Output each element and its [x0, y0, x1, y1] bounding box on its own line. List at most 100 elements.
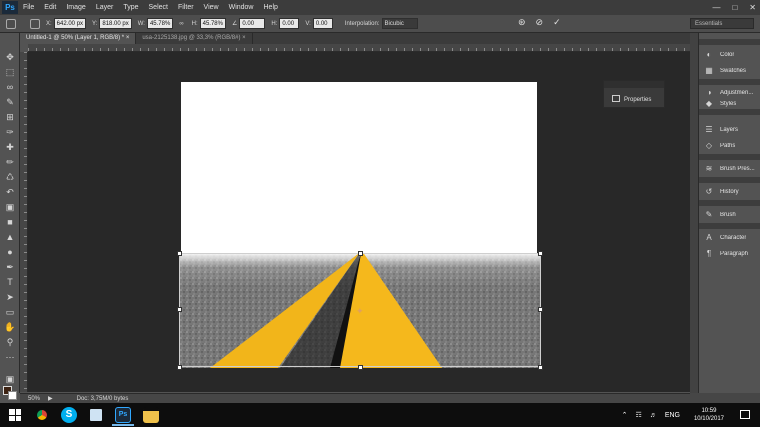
menu-view[interactable]: View [199, 0, 224, 15]
eyedropper-tool-icon[interactable]: ✑ [4, 126, 16, 138]
interpolation-select[interactable]: Bicubic [381, 18, 418, 29]
transform-handle-bc[interactable] [358, 365, 363, 370]
zoom-level[interactable]: 50% [28, 396, 40, 402]
notification-icon[interactable] [740, 410, 750, 419]
properties-label: Properties [624, 97, 652, 103]
move-tool-icon[interactable]: ✥ [4, 51, 16, 63]
dodge-tool-icon[interactable]: ● [4, 246, 16, 258]
chevron-up-icon[interactable]: ⌃ [622, 411, 628, 419]
zoom-tool-icon[interactable]: ⚲ [4, 336, 16, 348]
tab-untitled-1[interactable]: Untitled-1 @ 50% (Layer 1, RGB/8) * × [20, 33, 137, 44]
eraser-tool-icon[interactable]: ▣ [4, 201, 16, 213]
photoshop-taskbar-icon[interactable]: Ps [112, 407, 134, 426]
skype-icon[interactable]: S [61, 407, 77, 423]
menu-layer[interactable]: Layer [91, 0, 119, 15]
more-tools-icon[interactable]: ⋯ [4, 351, 16, 363]
panel-brush[interactable]: ✎ Brush [699, 207, 760, 223]
brush-tool-icon[interactable]: ✏ [4, 156, 16, 168]
properties-icon [612, 95, 620, 102]
crop-tool-icon[interactable]: ⊞ [4, 111, 16, 123]
start-icon[interactable] [9, 409, 21, 421]
close-tab-icon[interactable]: × [126, 35, 130, 41]
hskew-field[interactable]: 0.00 [279, 18, 300, 29]
panel-paragraph[interactable]: ¶ Paragraph [699, 246, 760, 262]
transform-handle-br[interactable] [538, 365, 543, 370]
gradient-tool-icon[interactable]: ■ [4, 216, 16, 228]
warp-icon[interactable]: ⊛ [518, 17, 526, 28]
link-icon[interactable]: ∞ [179, 21, 183, 27]
menu-help[interactable]: Help [259, 0, 283, 15]
commit-check-icon[interactable]: ✓ [553, 17, 561, 28]
minimize-icon[interactable]: — [712, 3, 720, 12]
shape-tool-icon[interactable]: ▭ [4, 306, 16, 318]
angle-field[interactable]: 0.00 [239, 18, 266, 29]
workspace-switcher[interactable]: Essentials [690, 18, 754, 29]
dock-divider [699, 39, 760, 45]
menu-filter[interactable]: Filter [173, 0, 199, 15]
panel-character[interactable]: A Character [699, 230, 760, 246]
y-label: Y: [92, 20, 98, 27]
clock[interactable]: 10:59 10/10/2017 [694, 407, 724, 423]
transform-handle-tr[interactable] [538, 251, 543, 256]
transform-handle-tl[interactable] [177, 251, 182, 256]
y-field[interactable]: 818.00 px [99, 18, 132, 29]
chrome-icon[interactable] [34, 407, 50, 423]
adjustments-icon: ◑ [706, 88, 712, 97]
menu-select[interactable]: Select [144, 0, 173, 15]
panel-paths[interactable]: ◇ Paths [699, 138, 760, 154]
stamp-tool-icon[interactable]: ♺ [4, 171, 16, 183]
share-icon[interactable]: ▶ [48, 395, 53, 402]
close-tab-icon[interactable]: × [242, 35, 246, 41]
transform-handle-mr[interactable] [538, 307, 543, 312]
x-field[interactable]: 642.00 px [53, 18, 87, 29]
volume-icon[interactable]: ♬ [650, 412, 657, 419]
language-indicator[interactable]: ENG [665, 412, 680, 419]
quick-select-tool-icon[interactable]: ✎ [4, 96, 16, 108]
panel-brush-presets[interactable]: ≋ Brush Pres... [699, 161, 760, 177]
document-size: Doc: 3,75M/0 bytes [76, 395, 129, 402]
marquee-tool-icon[interactable]: ⬚ [4, 66, 16, 78]
menu-image[interactable]: Image [61, 0, 90, 15]
menu-file[interactable]: File [18, 0, 39, 15]
cancel-icon[interactable]: ⊘ [536, 17, 544, 28]
windows-taskbar: S Ps ⌃ ☶ ♬ ENG 10:59 10/10/2017 [0, 403, 760, 427]
dock-collapse-strip[interactable] [690, 33, 698, 393]
blur-tool-icon[interactable]: ▲ [4, 231, 16, 243]
history-brush-tool-icon[interactable]: ↶ [4, 186, 16, 198]
maximize-icon[interactable]: □ [732, 3, 737, 12]
tool-preset-icon[interactable] [6, 18, 16, 29]
background-color-swatch[interactable] [8, 391, 17, 400]
transform-handle-ml[interactable] [177, 307, 182, 312]
tab-usa-image[interactable]: usa-2125138.jpg @ 33,3% (RGB/8#) × [136, 33, 253, 44]
pen-tool-icon[interactable]: ✒ [4, 261, 16, 273]
panel-layers[interactable]: ☰ Layers [699, 122, 760, 138]
panel-swatches[interactable]: ▦ Swatches [699, 63, 760, 79]
panel-styles[interactable]: ◆ Styles [699, 99, 760, 109]
close-icon[interactable]: ✕ [749, 3, 756, 12]
type-tool-icon[interactable]: T [4, 276, 16, 288]
panel-history[interactable]: ↺ History [699, 184, 760, 200]
panel-label: Styles [720, 101, 737, 107]
notepad-icon[interactable] [88, 407, 104, 423]
network-icon[interactable]: ☶ [636, 411, 642, 419]
reference-point-icon[interactable] [30, 18, 40, 29]
width-field[interactable]: 45.78% [146, 18, 174, 29]
vskew-field[interactable]: 0.00 [312, 18, 333, 29]
menu-edit[interactable]: Edit [39, 0, 61, 15]
file-explorer-icon[interactable] [143, 407, 159, 423]
healing-tool-icon[interactable]: ✚ [4, 141, 16, 153]
panel-header[interactable] [604, 81, 664, 88]
menu-type[interactable]: Type [118, 0, 143, 15]
quick-mask-icon[interactable]: ▣ [4, 373, 16, 385]
panel-color[interactable]: ◐ Color [699, 47, 760, 63]
hand-tool-icon[interactable]: ✋ [4, 321, 16, 333]
properties-panel[interactable]: Properties [603, 80, 665, 108]
menu-window[interactable]: Window [224, 0, 259, 15]
reference-point-icon[interactable]: ✦ [356, 306, 364, 317]
panel-label: Paths [720, 143, 736, 149]
lasso-tool-icon[interactable]: ∞ [4, 81, 16, 93]
height-field[interactable]: 45.78% [199, 18, 226, 29]
transform-handle-bl[interactable] [177, 365, 182, 370]
transform-handle-tc[interactable] [358, 251, 363, 256]
path-select-tool-icon[interactable]: ➤ [4, 291, 16, 303]
